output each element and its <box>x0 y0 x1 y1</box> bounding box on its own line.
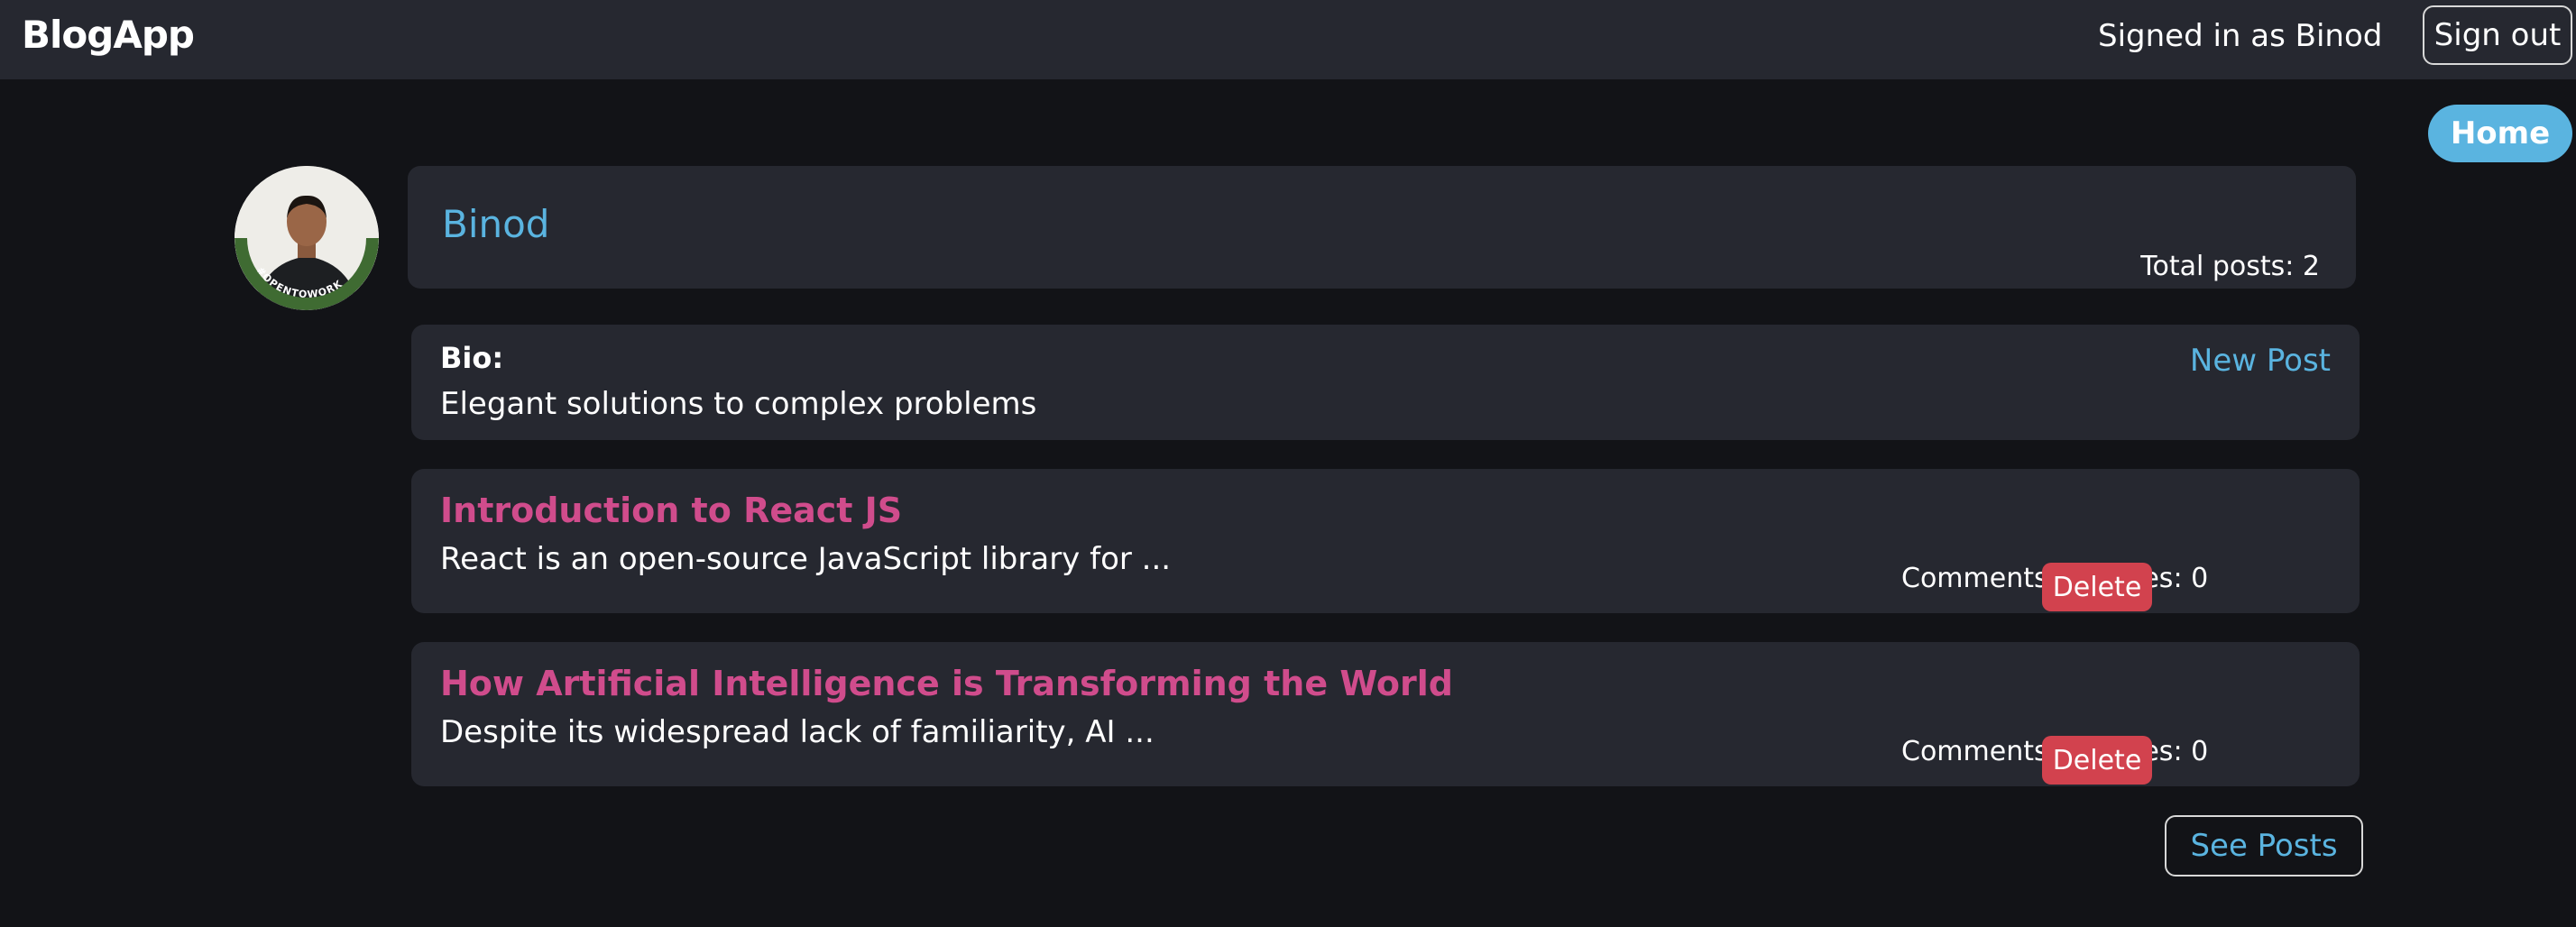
bio-text: Elegant solutions to complex problems <box>440 386 1037 422</box>
new-post-link[interactable]: New Post <box>2190 343 2331 379</box>
post-excerpt: Despite its widespread lack of familiari… <box>440 714 1155 750</box>
signed-in-status: Signed in as Binod <box>2098 18 2383 54</box>
post-card: Introduction to React JS React is an ope… <box>411 469 2360 613</box>
brand-logo[interactable]: BlogApp <box>22 13 195 57</box>
delete-post-button[interactable]: Delete <box>2042 736 2152 785</box>
top-navbar: BlogApp Signed in as Binod Sign out <box>0 0 2576 79</box>
post-title-link[interactable]: Introduction to React JS <box>440 491 902 530</box>
profile-photo: #OPENTOWORK <box>235 166 379 310</box>
home-button[interactable]: Home <box>2428 105 2572 162</box>
avatar: #OPENTOWORK <box>235 166 379 310</box>
delete-post-button[interactable]: Delete <box>2042 563 2152 611</box>
sign-out-button[interactable]: Sign out <box>2423 5 2572 65</box>
bio-card: Bio: Elegant solutions to complex proble… <box>411 325 2360 440</box>
post-title-link[interactable]: How Artificial Intelligence is Transform… <box>440 664 1453 703</box>
total-posts-count: Total posts: 2 <box>2140 251 2320 282</box>
post-card: How Artificial Intelligence is Transform… <box>411 642 2360 786</box>
see-posts-button[interactable]: See Posts <box>2165 815 2363 877</box>
profile-name: Binod <box>442 202 550 246</box>
profile-header-card: Binod Total posts: 2 <box>408 166 2356 289</box>
bio-label: Bio: <box>440 341 504 375</box>
post-excerpt: React is an open-source JavaScript libra… <box>440 541 1172 577</box>
